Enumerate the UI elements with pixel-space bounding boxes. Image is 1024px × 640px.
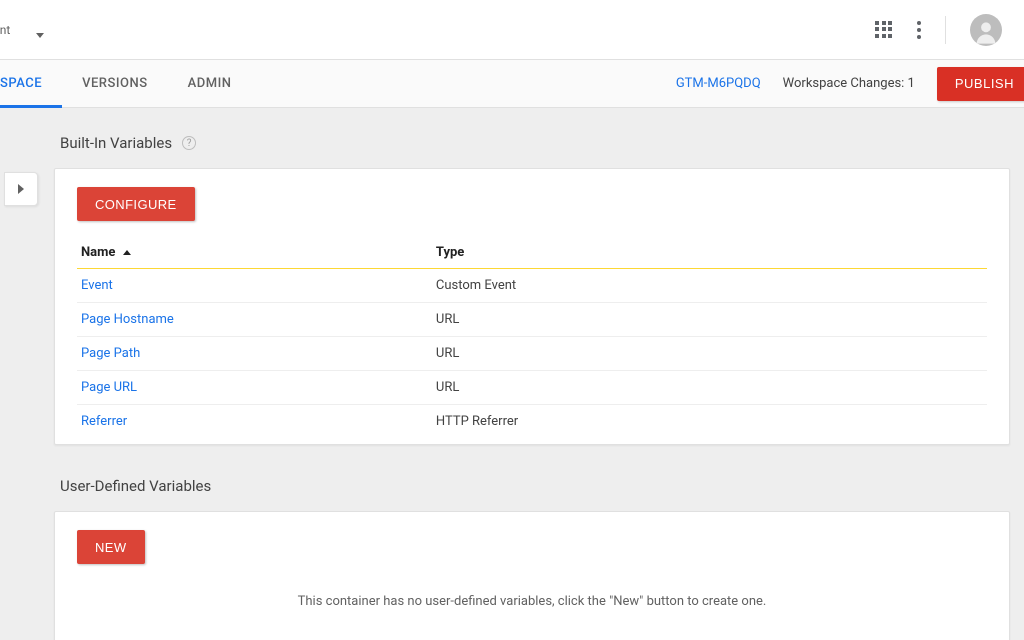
tab-label: VERSIONS — [82, 76, 148, 91]
table-row[interactable]: Referrer HTTP Referrer — [77, 405, 987, 439]
variable-type: Custom Event — [432, 269, 987, 303]
variable-type: URL — [432, 371, 987, 405]
variable-link[interactable]: Page URL — [81, 380, 137, 395]
table-row[interactable]: Event Custom Event — [77, 269, 987, 303]
tab-admin[interactable]: ADMIN — [168, 60, 252, 107]
userdefined-section-header: User-Defined Variables — [54, 471, 1010, 511]
top-bar: count — [0, 0, 1024, 60]
help-icon[interactable]: ? — [182, 136, 196, 150]
workspace-changes-label: Workspace Changes: 1 — [783, 76, 915, 91]
account-switcher[interactable]: count — [0, 0, 44, 59]
tab-label: SPACE — [0, 76, 42, 91]
new-button[interactable]: NEW — [77, 530, 145, 564]
main-panel: Built-In Variables ? CONFIGURE Name Type — [38, 108, 1024, 640]
configure-button[interactable]: CONFIGURE — [77, 187, 195, 221]
variable-type: HTTP Referrer — [432, 405, 987, 439]
variable-link[interactable]: Page Hostname — [81, 312, 174, 327]
chevron-down-icon — [36, 33, 44, 38]
section-title: User-Defined Variables — [60, 477, 211, 495]
variable-link[interactable]: Event — [81, 278, 113, 293]
builtin-card: CONFIGURE Name Type Event — [54, 168, 1010, 445]
builtin-section-header: Built-In Variables ? — [54, 128, 1010, 168]
apps-icon[interactable] — [875, 21, 893, 39]
column-header-type[interactable]: Type — [432, 237, 987, 269]
chevron-right-icon — [18, 184, 24, 194]
expand-sidebar-button[interactable] — [4, 172, 38, 206]
container-id-link[interactable]: GTM-M6PQDQ — [676, 76, 761, 91]
variable-type: URL — [432, 337, 987, 371]
publish-button[interactable]: PUBLISH — [937, 67, 1024, 101]
sidebar-collapsed — [0, 108, 38, 640]
tab-versions[interactable]: VERSIONS — [62, 60, 168, 107]
variable-link[interactable]: Referrer — [81, 414, 127, 429]
divider — [945, 16, 946, 44]
tab-label: ADMIN — [188, 76, 232, 91]
empty-state-message: This container has no user-defined varia… — [77, 564, 987, 637]
variable-link[interactable]: Page Path — [81, 346, 140, 361]
person-icon — [972, 18, 1000, 46]
content-area: Built-In Variables ? CONFIGURE Name Type — [0, 108, 1024, 640]
variable-type: URL — [432, 303, 987, 337]
builtin-table: Name Type Event Custom Event Page Host — [77, 237, 987, 438]
column-header-name[interactable]: Name — [77, 237, 432, 269]
sort-asc-icon — [123, 250, 131, 255]
table-row[interactable]: Page URL URL — [77, 371, 987, 405]
userdefined-card: NEW This container has no user-defined v… — [54, 511, 1010, 640]
tab-workspace[interactable]: SPACE — [0, 60, 62, 107]
nav-tabs: SPACE VERSIONS ADMIN GTM-M6PQDQ Workspac… — [0, 60, 1024, 108]
table-row[interactable]: Page Hostname URL — [77, 303, 987, 337]
account-label: count — [0, 23, 10, 37]
section-title: Built-In Variables — [60, 134, 172, 152]
avatar[interactable] — [970, 14, 1002, 46]
table-row[interactable]: Page Path URL — [77, 337, 987, 371]
more-vert-icon[interactable] — [917, 21, 921, 39]
